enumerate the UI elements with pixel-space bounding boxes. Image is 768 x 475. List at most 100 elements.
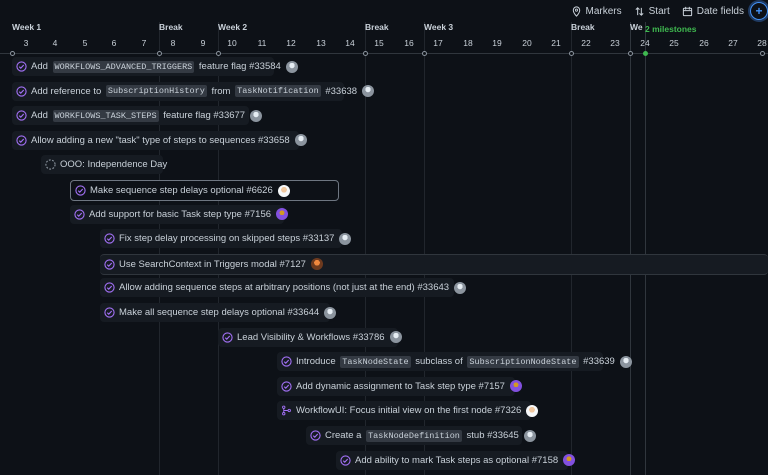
item-text: Add — [31, 110, 51, 122]
day-label: 16 — [404, 38, 414, 48]
code-span: SubscriptionNodeState — [467, 355, 579, 368]
item-text: WorkflowUI: Focus initial view on the fi… — [296, 405, 522, 417]
day-label: 4 — [52, 38, 58, 48]
item-text: Allow adding sequence steps at arbitrary… — [119, 282, 450, 294]
axis-tick — [627, 51, 633, 56]
timeline-item[interactable]: Make all sequence step delays optional #… — [100, 303, 337, 322]
timeline-item[interactable]: Add WORKFLOWS_TASK_STEPS feature flag #3… — [12, 106, 263, 126]
week-divider — [630, 22, 631, 475]
avatar — [276, 208, 289, 221]
item-text: Create a — [325, 430, 365, 441]
axis-tick — [759, 51, 765, 56]
week-divider — [571, 22, 572, 475]
item-text: Allow adding a new "task" type of steps … — [31, 134, 290, 146]
check-circle-icon — [281, 356, 292, 367]
sort-icon — [635, 6, 644, 16]
milestone-label[interactable]: 2 milestones — [645, 24, 697, 34]
timeline-item[interactable]: Introduce TaskNodeState subclass of Subs… — [277, 352, 632, 372]
item-text: Introduce — [296, 356, 339, 368]
day-label: 26 — [699, 38, 709, 48]
check-circle-icon — [104, 259, 115, 270]
item-text: Add — [31, 61, 51, 72]
day-label: 3 — [23, 38, 29, 48]
break-label: Break — [159, 22, 183, 32]
day-label: 11 — [257, 38, 267, 48]
avatar — [523, 429, 536, 442]
timeline-item[interactable]: Add dynamic assignment to Task step type… — [277, 376, 522, 396]
day-label: 10 — [227, 38, 237, 48]
timeline-item[interactable]: Add support for basic Task step type #71… — [70, 204, 289, 224]
day-label: 28 — [757, 38, 767, 48]
avatar — [563, 454, 576, 467]
timeline-item[interactable]: Add ability to mark Task steps as option… — [336, 450, 576, 470]
code-span: TaskNotification — [235, 85, 321, 98]
markers-button[interactable]: Markers — [565, 1, 628, 21]
day-label: 12 — [286, 38, 296, 48]
day-label: 14 — [345, 38, 355, 48]
item-text: stub #33645 — [463, 430, 519, 441]
timeline-item[interactable]: Allow adding sequence steps at arbitrary… — [100, 278, 467, 298]
item-text: Add ability to mark Task steps as option… — [355, 454, 559, 466]
start-button[interactable]: Start — [628, 1, 676, 21]
axis-tick — [421, 51, 427, 56]
avatar — [362, 85, 375, 98]
day-label: 19 — [492, 38, 502, 48]
item-text: #33639 — [580, 356, 615, 368]
day-label: 27 — [728, 38, 738, 48]
draft-circle-icon — [45, 159, 56, 171]
timeline-item[interactable]: WorkflowUI: Focus initial view on the fi… — [277, 401, 539, 421]
zoom-in-icon[interactable]: + — [750, 2, 768, 20]
item-text: Add dynamic assignment to Task step type… — [296, 380, 505, 392]
check-circle-icon — [104, 307, 115, 318]
check-circle-icon — [104, 282, 115, 294]
map-pin-icon — [572, 5, 580, 17]
week-label: Week 3 — [424, 22, 454, 32]
avatar — [310, 258, 323, 271]
axis-tick — [215, 51, 221, 56]
day-label: 15 — [374, 38, 384, 48]
check-circle-icon — [340, 454, 351, 466]
timeline-item[interactable]: Add reference to SubscriptionHistory fro… — [12, 81, 375, 101]
axis-tick — [156, 51, 162, 56]
timeline-item[interactable]: Allow adding a new "task" type of steps … — [12, 130, 307, 150]
day-label: 23 — [610, 38, 620, 48]
item-text: from — [208, 85, 234, 97]
code-span: TaskNodeState — [340, 355, 411, 368]
avatar — [285, 60, 298, 73]
check-circle-icon — [16, 135, 27, 146]
break-label: Break — [571, 22, 595, 32]
week-label: We — [630, 22, 643, 32]
code-span: WORKFLOWS_TASK_STEPS — [52, 109, 159, 122]
item-text: Lead Visibility & Workflows #33786 — [237, 331, 385, 343]
timeline-item[interactable]: Make sequence step delays optional #6626 — [70, 180, 339, 201]
timeline-item[interactable]: OOO: Independence Day — [41, 155, 167, 175]
pull-request-icon — [282, 406, 291, 416]
date-fields-button[interactable]: Date fields — [676, 1, 750, 21]
axis-tick — [362, 51, 368, 56]
day-label: 24 — [640, 38, 650, 48]
check-circle-icon — [310, 430, 321, 441]
timeline-item[interactable]: Add WORKFLOWS_ADVANCED_TRIGGERS feature … — [12, 57, 298, 76]
timeline-item[interactable]: Fix step delay processing on skipped ste… — [100, 229, 352, 249]
day-label: 20 — [522, 38, 532, 48]
timeline-item[interactable]: Use SearchContext in Triggers modal #712… — [100, 253, 768, 275]
avatar — [389, 331, 402, 344]
axis-tick — [9, 51, 15, 56]
day-label: 7 — [141, 38, 147, 48]
item-text: subclass of — [412, 356, 466, 368]
check-circle-icon — [16, 85, 27, 97]
axis-tick — [568, 51, 574, 56]
timeline-toolbar: Markers Start Date fields + — [565, 0, 768, 22]
item-text: Add reference to — [31, 85, 104, 97]
avatar — [250, 109, 263, 122]
day-label: 13 — [316, 38, 326, 48]
calendar-icon — [682, 6, 692, 16]
break-label: Break — [365, 22, 389, 32]
avatar — [509, 380, 522, 393]
avatar — [526, 404, 539, 417]
item-text: feature flag #33677 — [160, 110, 246, 122]
timeline-item[interactable]: Create a TaskNodeDefinition stub #33645 — [306, 426, 536, 445]
markers-label: Markers — [585, 5, 622, 17]
timeline-item[interactable]: Lead Visibility & Workflows #33786 — [218, 327, 402, 347]
check-circle-icon — [281, 381, 292, 392]
